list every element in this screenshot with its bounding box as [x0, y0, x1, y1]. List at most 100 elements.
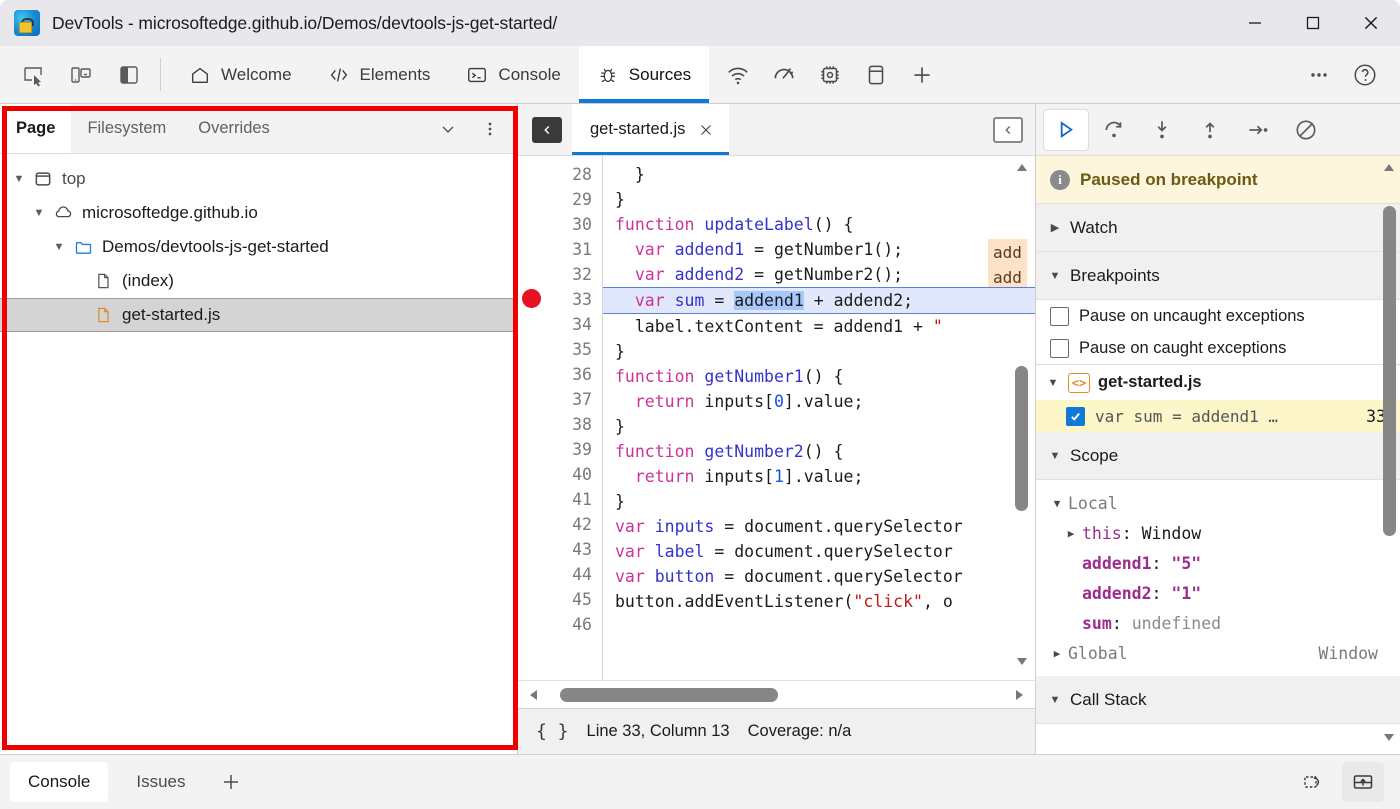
- more-tabs-chevron-icon[interactable]: [431, 112, 465, 146]
- code-content[interactable]: }} function updateLabel() { var addend1 =…: [602, 156, 1035, 680]
- device-emulation-icon[interactable]: [60, 54, 102, 96]
- pause-on-uncaught-exceptions-row[interactable]: Pause on uncaught exceptions: [1036, 300, 1400, 332]
- code-line[interactable]: }: [603, 162, 1035, 187]
- pause-on-caught-exceptions-row[interactable]: Pause on caught exceptions: [1036, 332, 1400, 364]
- horizontal-scroll-thumb[interactable]: [560, 687, 778, 702]
- debugger-scroll-up-icon[interactable]: [1381, 160, 1397, 181]
- tab-welcome[interactable]: Welcome: [171, 46, 310, 103]
- chevron-down-icon[interactable]: ▼: [48, 241, 70, 253]
- help-icon[interactable]: [1342, 54, 1388, 96]
- inspect-element-icon[interactable]: [12, 54, 54, 96]
- show-debugger-icon[interactable]: [993, 116, 1023, 143]
- code-line[interactable]: function getNumber2() {: [603, 439, 1035, 464]
- code-line[interactable]: }: [603, 489, 1035, 514]
- chevron-down-icon[interactable]: ▼: [1048, 270, 1062, 282]
- section-call-stack[interactable]: ▼ Call Stack: [1036, 676, 1400, 724]
- more-options-icon[interactable]: [1296, 54, 1342, 96]
- scroll-up-arrow-icon[interactable]: [1014, 156, 1030, 185]
- code-line[interactable]: }: [603, 339, 1035, 364]
- code-line[interactable]: [603, 614, 1035, 639]
- minimize-icon[interactable]: [1226, 0, 1284, 46]
- scope-group-local[interactable]: ▼ Local: [1036, 488, 1400, 518]
- code-line[interactable]: }: [603, 414, 1035, 439]
- chevron-down-icon[interactable]: ▼: [28, 207, 50, 219]
- step-into-next-function-call-button[interactable]: [1140, 110, 1184, 150]
- tab-elements[interactable]: Elements: [310, 46, 449, 103]
- code-line[interactable]: var addend1 = getNumber1(); add: [603, 237, 1035, 266]
- code-line[interactable]: var addend2 = getNumber2(); add: [603, 262, 1035, 291]
- scroll-down-arrow-icon[interactable]: [1014, 649, 1030, 678]
- tree-item-top[interactable]: ▼ top: [0, 162, 517, 196]
- breakpoint-enabled-checkbox[interactable]: [1066, 406, 1085, 426]
- pretty-print-icon[interactable]: { }: [536, 721, 569, 742]
- breakpoint-marker[interactable]: [522, 289, 541, 308]
- more-tabs-plus-icon[interactable]: [899, 54, 945, 96]
- tree-item-get-started-js[interactable]: get-started.js: [0, 298, 517, 332]
- pause-on-uncaught-exceptions-checkbox[interactable]: [1050, 306, 1069, 326]
- scroll-right-arrow-icon[interactable]: [1003, 687, 1035, 703]
- pause-on-caught-exceptions-checkbox[interactable]: [1050, 338, 1069, 358]
- drawer-tab-issues[interactable]: Issues: [118, 762, 203, 802]
- application-icon[interactable]: [853, 54, 899, 96]
- code-line[interactable]: button.addEventListener("click", o: [603, 589, 1035, 614]
- scope-entry-addend1[interactable]: addend1 : "5": [1036, 548, 1400, 578]
- step-button[interactable]: [1236, 110, 1280, 150]
- debugger-scroll-thumb[interactable]: [1383, 206, 1396, 536]
- close-icon[interactable]: [1342, 0, 1400, 46]
- vertical-scroll-thumb[interactable]: [1015, 366, 1028, 511]
- breakpoint-file-row[interactable]: ▼ <> get-started.js: [1036, 364, 1400, 400]
- scope-entry-sum[interactable]: sum : undefined: [1036, 608, 1400, 638]
- code-line[interactable]: return inputs[1].value;: [603, 464, 1035, 489]
- performance-icon[interactable]: [761, 54, 807, 96]
- restore-drawer-icon[interactable]: [1292, 762, 1334, 802]
- chevron-down-icon[interactable]: ▼: [8, 173, 30, 185]
- scope-entry-addend2[interactable]: addend2 : "1": [1036, 578, 1400, 608]
- debugger-scroll-down-icon[interactable]: [1381, 729, 1397, 750]
- code-line[interactable]: function updateLabel() {: [603, 212, 1035, 237]
- tab-console[interactable]: Console: [448, 46, 578, 103]
- scroll-left-arrow-icon[interactable]: [518, 687, 550, 703]
- tree-item-domain[interactable]: ▼ microsoftedge.github.io: [0, 196, 517, 230]
- breakpoint-gutter[interactable]: [518, 156, 544, 680]
- tree-item-folder[interactable]: ▼ Demos/devtools-js-get-started: [0, 230, 517, 264]
- resume-script-execution-button[interactable]: [1044, 109, 1088, 150]
- editor-file-tab[interactable]: get-started.js: [572, 104, 730, 155]
- nav-tab-overrides[interactable]: Overrides: [182, 104, 286, 153]
- code-line[interactable]: return inputs[0].value;: [603, 389, 1035, 414]
- section-breakpoints[interactable]: ▼ Breakpoints: [1036, 252, 1400, 300]
- code-line[interactable]: }: [603, 187, 1035, 212]
- breakpoint-list-item[interactable]: var sum = addend1 … 33: [1036, 400, 1400, 432]
- code-line[interactable]: function getNumber1() {: [603, 364, 1035, 389]
- chevron-right-icon[interactable]: ▶: [1050, 647, 1064, 660]
- scope-group-global[interactable]: ▶ Global Window: [1036, 638, 1400, 668]
- network-icon[interactable]: [715, 54, 761, 96]
- memory-icon[interactable]: [807, 54, 853, 96]
- drawer-tab-console[interactable]: Console: [10, 762, 109, 802]
- close-tab-icon[interactable]: [697, 121, 715, 139]
- section-scope[interactable]: ▼ Scope: [1036, 432, 1400, 480]
- code-line[interactable]: var button = document.querySelector: [603, 564, 1035, 589]
- dock-drawer-icon[interactable]: [1342, 762, 1384, 802]
- dock-side-icon[interactable]: [108, 54, 150, 96]
- code-line[interactable]: label.textContent = addend1 + ": [603, 314, 1035, 339]
- tree-item-index[interactable]: (index): [0, 264, 517, 298]
- chevron-down-icon[interactable]: ▼: [1048, 450, 1062, 462]
- nav-tab-filesystem[interactable]: Filesystem: [71, 104, 182, 153]
- editor-vertical-scrollbar[interactable]: [1011, 156, 1033, 680]
- maximize-icon[interactable]: [1284, 0, 1342, 46]
- chevron-down-icon[interactable]: ▼: [1046, 377, 1060, 389]
- chevron-right-icon[interactable]: ▶: [1064, 527, 1078, 540]
- show-navigator-icon[interactable]: [532, 117, 562, 143]
- tab-sources[interactable]: Sources: [578, 46, 710, 103]
- horizontal-scroll-track[interactable]: [550, 687, 1003, 702]
- navigator-more-options-icon[interactable]: [473, 112, 507, 146]
- code-line[interactable]: var label = document.querySelector: [603, 539, 1035, 564]
- step-over-next-function-call-button[interactable]: [1092, 110, 1136, 150]
- chevron-down-icon[interactable]: ▼: [1048, 694, 1062, 706]
- nav-tab-page[interactable]: Page: [0, 104, 72, 153]
- code-editor[interactable]: 28 29 30 31 32 33 34 35 36 37 38 39 40 4…: [518, 156, 1035, 680]
- section-watch[interactable]: ▶ Watch: [1036, 204, 1400, 252]
- deactivate-breakpoints-button[interactable]: [1284, 110, 1328, 150]
- code-line[interactable]: var inputs = document.querySelector: [603, 514, 1035, 539]
- step-out-of-current-function-button[interactable]: [1188, 110, 1232, 150]
